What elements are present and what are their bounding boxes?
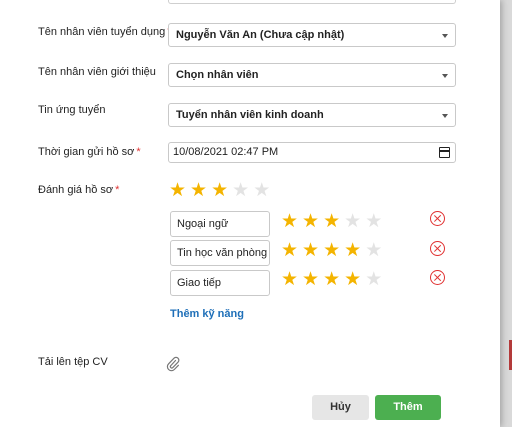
submitted-at-value: 10/08/2021 02:47 PM: [173, 146, 279, 158]
star-icon[interactable]: ★: [344, 270, 361, 289]
skill-name-text: Ngoại ngữ: [177, 218, 229, 230]
recruiter-select-value: Nguyễn Văn An (Chưa cập nhật): [176, 29, 345, 41]
job-post-label-text: Tin ứng tuyển: [38, 104, 106, 116]
referrer-label: Tên nhân viên giới thiệu: [38, 66, 156, 78]
caret-down-icon: [442, 34, 448, 38]
star-icon[interactable]: ★: [169, 181, 186, 200]
skill-rating-stars[interactable]: ★ ★ ★ ★ ★: [281, 241, 382, 260]
cancel-button[interactable]: Hủy: [312, 395, 369, 420]
skill-rating-stars[interactable]: ★ ★ ★ ★ ★: [281, 270, 382, 289]
recruiter-select[interactable]: Nguyễn Văn An (Chưa cập nhật): [168, 23, 456, 47]
caret-down-icon: [442, 74, 448, 78]
remove-skill-icon[interactable]: [430, 211, 445, 226]
rating-label-text: Đánh giá hồ sơ: [38, 184, 114, 196]
required-mark: *: [115, 184, 120, 196]
star-icon[interactable]: ★: [281, 270, 298, 289]
job-post-select[interactable]: Tuyển nhân viên kinh doanh: [168, 103, 456, 127]
recruiter-label-text: Tên nhân viên tuyển dụng: [38, 26, 166, 38]
add-candidate-modal: Tên nhân viên tuyển dụng* Nguyễn Văn An …: [0, 0, 500, 427]
skill-name-text: Tin học văn phòng: [177, 247, 268, 259]
skill-rating-stars[interactable]: ★ ★ ★ ★ ★: [281, 212, 382, 231]
star-icon[interactable]: ★: [281, 212, 298, 231]
star-icon[interactable]: ★: [323, 270, 340, 289]
cv-upload-label: Tải lên tệp CV: [38, 356, 108, 368]
star-icon[interactable]: ★: [211, 181, 228, 200]
previous-field-edge: [168, 0, 456, 4]
skill-name-field[interactable]: Ngoại ngữ: [170, 211, 270, 237]
calendar-icon[interactable]: [439, 147, 450, 158]
overall-rating-stars[interactable]: ★ ★ ★ ★ ★: [169, 181, 270, 200]
paperclip-icon[interactable]: [166, 356, 180, 372]
referrer-select-value: Chọn nhân viên: [176, 69, 259, 81]
referrer-select[interactable]: Chọn nhân viên: [168, 63, 456, 87]
star-icon[interactable]: ★: [323, 241, 340, 260]
star-icon[interactable]: ★: [344, 212, 361, 231]
star-icon[interactable]: ★: [365, 212, 382, 231]
job-post-select-value: Tuyển nhân viên kinh doanh: [176, 109, 324, 121]
star-icon[interactable]: ★: [281, 241, 298, 260]
star-icon[interactable]: ★: [253, 181, 270, 200]
submitted-at-label-text: Thời gian gửi hồ sơ: [38, 146, 135, 158]
submitted-at-label: Thời gian gửi hồ sơ *: [38, 146, 141, 158]
star-icon[interactable]: ★: [344, 241, 361, 260]
caret-down-icon: [442, 114, 448, 118]
star-icon[interactable]: ★: [365, 241, 382, 260]
skill-name-field[interactable]: Giao tiếp: [170, 270, 270, 296]
star-icon[interactable]: ★: [323, 212, 340, 231]
star-icon[interactable]: ★: [302, 270, 319, 289]
star-icon[interactable]: ★: [190, 181, 207, 200]
rating-label: Đánh giá hồ sơ *: [38, 184, 119, 196]
job-post-label: Tin ứng tuyển: [38, 104, 106, 116]
referrer-label-text: Tên nhân viên giới thiệu: [38, 66, 156, 78]
skill-name-text: Giao tiếp: [177, 277, 222, 289]
recruiter-label: Tên nhân viên tuyển dụng*: [38, 26, 172, 38]
star-icon[interactable]: ★: [232, 181, 249, 200]
submitted-at-input[interactable]: 10/08/2021 02:47 PM: [168, 142, 456, 163]
submit-button[interactable]: Thêm: [375, 395, 441, 420]
cv-upload-label-text: Tải lên tệp CV: [38, 356, 108, 368]
star-icon[interactable]: ★: [302, 241, 319, 260]
skill-name-field[interactable]: Tin học văn phòng: [170, 240, 270, 266]
star-icon[interactable]: ★: [365, 270, 382, 289]
remove-skill-icon[interactable]: [430, 241, 445, 256]
star-icon[interactable]: ★: [302, 212, 319, 231]
remove-skill-icon[interactable]: [430, 270, 445, 285]
add-skill-link[interactable]: Thêm kỹ năng: [170, 308, 244, 320]
required-mark: *: [136, 146, 141, 158]
